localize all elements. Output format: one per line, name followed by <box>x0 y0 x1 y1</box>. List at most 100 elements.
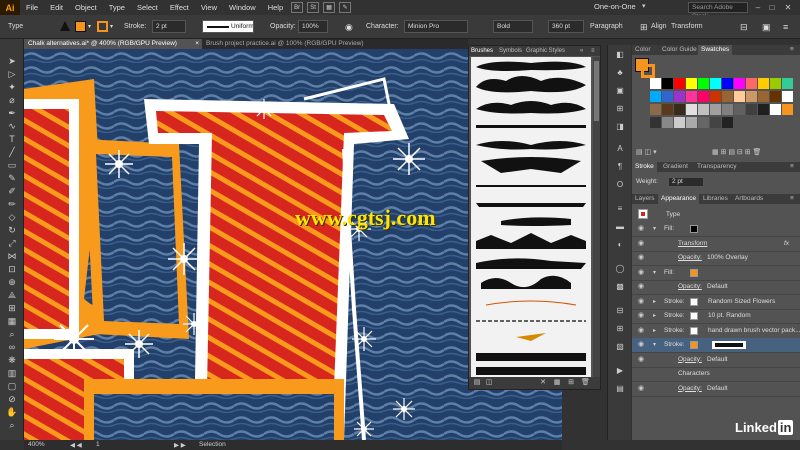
transform-icon[interactable]: ▧ <box>614 341 626 352</box>
appearance-label[interactable]: Opacity: <box>678 385 702 392</box>
swatch[interactable] <box>710 104 721 115</box>
swatch[interactable] <box>650 91 661 102</box>
brush-list[interactable] <box>471 57 591 377</box>
swatch[interactable] <box>782 91 793 102</box>
swatch[interactable] <box>770 104 781 115</box>
swatch[interactable] <box>662 91 673 102</box>
appearance-row[interactable]: ◉ Transform fx <box>632 237 800 252</box>
collapse-icon[interactable]: « <box>580 46 583 56</box>
tab-appearance[interactable]: Appearance <box>658 194 700 204</box>
disclosure-arrow-icon[interactable]: ▸ <box>653 312 656 319</box>
swatch[interactable] <box>686 78 697 89</box>
swatch[interactable] <box>698 117 709 128</box>
appearance-row[interactable]: ◉ Opacity: 100% Overlay <box>632 251 800 266</box>
swatch[interactable] <box>722 91 733 102</box>
swatch[interactable] <box>686 91 697 102</box>
appearance-row[interactable]: ◉ Opacity: Default <box>632 353 800 368</box>
zoom-tool-icon[interactable]: ⌕ <box>5 419 19 432</box>
workspace-switcher[interactable]: One-on-One <box>594 2 636 11</box>
gradient-icon[interactable]: ▬ <box>614 221 626 232</box>
brush-row-12[interactable] <box>481 275 571 289</box>
swatch[interactable] <box>674 78 685 89</box>
visibility-eye-icon[interactable]: ◉ <box>638 327 646 335</box>
graphic-styles-icon[interactable]: ▩ <box>614 281 626 292</box>
eyedropper-tool-icon[interactable]: ⌕ <box>5 328 19 341</box>
artboard-nav-icon[interactable]: ▶ ▶ <box>174 441 186 449</box>
brush-row-16[interactable] <box>476 353 586 361</box>
brush-icon[interactable]: ✎ <box>339 2 352 13</box>
menu-effect[interactable]: Effect <box>164 3 195 12</box>
swatch[interactable] <box>650 78 661 89</box>
swatch[interactable] <box>662 78 673 89</box>
swatch-libraries-icon[interactable]: ▤ ◫ ▾ <box>636 148 657 156</box>
appearance-row[interactable]: ◉ ▸ Stroke: Random Sized Flowers <box>632 295 800 310</box>
font-style-select[interactable]: Bold <box>493 20 533 33</box>
shaper-tool-icon[interactable]: ✐ <box>5 185 19 198</box>
brush-row-8[interactable] <box>476 203 586 207</box>
eraser-tool-icon[interactable]: ◇ <box>5 211 19 224</box>
swatch[interactable] <box>674 117 685 128</box>
chevron-down-icon[interactable]: ▾ <box>88 20 91 34</box>
menu-type[interactable]: Type <box>103 3 131 12</box>
tab-color-guide[interactable]: Color Guide <box>659 45 700 55</box>
visibility-eye-icon[interactable]: ◉ <box>638 269 646 277</box>
close-button[interactable]: ✕ <box>782 2 794 13</box>
swatch[interactable] <box>746 91 757 102</box>
swatch[interactable] <box>686 104 697 115</box>
stroke-swatch[interactable] <box>641 64 655 78</box>
tab-swatches[interactable]: Swatches <box>698 45 733 55</box>
slice-tool-icon[interactable]: ⊘ <box>5 393 19 406</box>
weight-input[interactable]: 2 pt <box>668 177 704 187</box>
maximize-button[interactable]: □ <box>766 2 778 13</box>
brush-row-17[interactable] <box>476 367 586 375</box>
swatch[interactable] <box>734 91 745 102</box>
swatch-actions-icon[interactable]: ▦ ⊞ ▤ ⊟ ⊞ 🗑 <box>712 148 761 156</box>
swatch[interactable] <box>710 117 721 128</box>
hand-tool-icon[interactable]: ✋ <box>5 406 19 419</box>
menu-help[interactable]: Help <box>262 3 289 12</box>
new-brush-icon[interactable]: ⊞ <box>567 379 575 387</box>
free-transform-tool-icon[interactable]: ⊡ <box>5 263 19 276</box>
attribute-swatch[interactable] <box>690 341 698 349</box>
appearance-row[interactable]: ◉ Opacity: Default <box>632 382 800 397</box>
brush-scrollbar[interactable] <box>593 57 600 377</box>
swatch[interactable] <box>722 117 733 128</box>
perspective-tool-icon[interactable]: ⟁ <box>5 289 19 302</box>
scale-tool-icon[interactable]: ⤢ <box>5 237 19 250</box>
recolor-icon[interactable]: ◉ <box>345 20 353 34</box>
align-link[interactable]: Align <box>651 20 667 34</box>
brush-row-10[interactable] <box>476 233 586 249</box>
bridge-icon[interactable]: Br <box>291 2 304 13</box>
layers-icon[interactable]: ◨ <box>614 121 626 132</box>
attribute-swatch[interactable] <box>690 225 698 233</box>
font-family-select[interactable]: Minion Pro <box>404 20 468 33</box>
swatch[interactable] <box>698 104 709 115</box>
brush-row-5[interactable] <box>476 141 586 150</box>
appearance-label[interactable]: Transform <box>678 240 707 247</box>
links-icon[interactable]: ⊞ <box>614 103 626 114</box>
visibility-eye-icon[interactable]: ◉ <box>638 356 646 364</box>
zoom-level[interactable]: 400% <box>28 441 45 448</box>
tab-transparency[interactable]: Transparency <box>694 162 740 172</box>
curvature-tool-icon[interactable]: ∿ <box>5 120 19 133</box>
opacity-input[interactable]: 100% <box>298 20 328 33</box>
disclosure-arrow-icon[interactable]: ▾ <box>653 269 656 276</box>
fx-icon[interactable]: fx <box>784 240 789 247</box>
stock-icon[interactable]: St <box>307 2 320 13</box>
image-trace-icon[interactable]: ▣ <box>614 85 626 96</box>
tab-layers[interactable]: Layers <box>632 194 658 204</box>
brush-row-4[interactable] <box>476 125 586 128</box>
pencil-tool-icon[interactable]: ✏ <box>5 198 19 211</box>
tab-libraries[interactable]: Libraries <box>700 194 731 204</box>
tab-chalk-alternatives[interactable]: Chalk alternatives.ai* @ 400% (RGB/GPU P… <box>24 39 202 49</box>
menu-object[interactable]: Object <box>69 3 103 12</box>
selection-tool-icon[interactable]: ➤ <box>5 55 19 68</box>
brush-row-15[interactable] <box>516 333 546 341</box>
menu-icon[interactable]: ≡ <box>787 194 797 204</box>
swatch[interactable] <box>674 91 685 102</box>
attribute-swatch[interactable] <box>690 268 698 277</box>
brush-row-9[interactable] <box>501 217 571 226</box>
swatch[interactable] <box>746 104 757 115</box>
brush-row-1[interactable] <box>476 61 586 71</box>
paragraph-link[interactable]: Paragraph <box>590 20 623 34</box>
